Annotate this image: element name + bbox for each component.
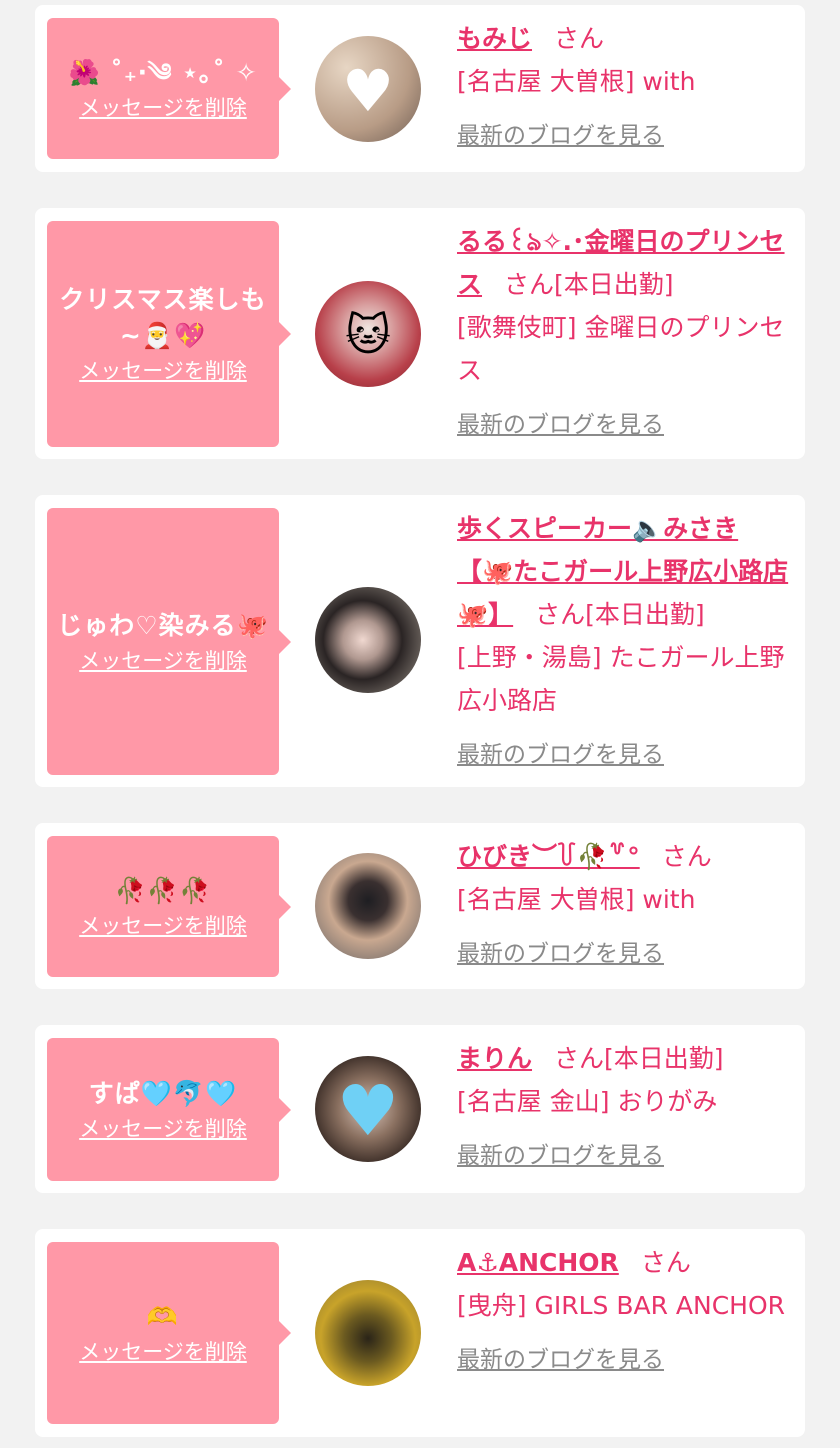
message-text: 🫶	[146, 1302, 180, 1331]
honorific: さん	[661, 842, 712, 871]
message-text: すぱ🩵🐬🩵	[88, 1078, 238, 1108]
honorific: さん	[535, 600, 586, 629]
blue-heart-sticker-icon: ♥	[336, 1070, 400, 1153]
message-bubble: 🫶 メッセージを削除	[47, 1242, 291, 1424]
latest-blog-link[interactable]: 最新のブログを見る	[457, 1339, 664, 1382]
honorific: さん	[554, 1044, 605, 1073]
message-bubble: クリスマス楽しも~🎅💖 メッセージを削除	[47, 221, 291, 447]
message-bubble: 🌺 ˚₊‧༄ ⋆｡˚ ✧ メッセージを削除	[47, 18, 291, 159]
cast-info: まりん さん[本日出勤] [名古屋 金山] おりがみ 最新のブログを見る	[457, 1037, 791, 1178]
avatar[interactable]: ♥	[315, 1056, 421, 1162]
delete-message-link[interactable]: メッセージを削除	[79, 911, 247, 941]
message-text: 🥀🥀🥀	[114, 875, 212, 905]
shop-info: [歌舞伎町] 金曜日のプリンセス	[457, 313, 785, 385]
cast-name-link[interactable]: ひびき︶꒦🥀꒷°	[457, 842, 640, 871]
message-card: じゅわ♡染みる🐙 メッセージを削除 歩くスピーカー🔈みさき【🐙たこガール上野広小…	[35, 495, 805, 787]
cast-name-link[interactable]: A⚓ANCHOR	[457, 1248, 619, 1277]
message-bubble: 🥀🥀🥀 メッセージを削除	[47, 836, 291, 977]
message-text: 🌺 ˚₊‧༄ ⋆｡˚ ✧	[68, 57, 258, 87]
latest-blog-link[interactable]: 最新のブログを見る	[457, 115, 664, 158]
latest-blog-link[interactable]: 最新のブログを見る	[457, 1135, 664, 1178]
message-card: 🌺 ˚₊‧༄ ⋆｡˚ ✧ メッセージを削除 ♥ もみじ さん [名古屋 大曽根] …	[35, 5, 805, 172]
latest-blog-link[interactable]: 最新のブログを見る	[457, 734, 664, 777]
delete-message-link[interactable]: メッセージを削除	[79, 356, 247, 386]
delete-message-link[interactable]: メッセージを削除	[79, 646, 247, 676]
shop-info: [名古屋 大曽根] with	[457, 67, 696, 96]
message-bubble: すぱ🩵🐬🩵 メッセージを削除	[47, 1038, 291, 1181]
avatar[interactable]: 🐱	[315, 281, 421, 387]
cast-name-link[interactable]: もみじ	[457, 24, 532, 53]
shop-info: [曳舟] GIRLS BAR ANCHOR	[457, 1291, 785, 1320]
status-badge: [本日出勤]	[554, 270, 674, 299]
cast-info: 歩くスピーカー🔈みさき【🐙たこガール上野広小路店🐙】 さん[本日出勤] [上野・湯…	[457, 507, 791, 777]
honorific: さん	[640, 1248, 691, 1277]
cat-sticker-icon: 🐱	[345, 310, 391, 362]
shop-info: [上野・湯島] たこガール上野広小路店	[457, 643, 785, 715]
message-bubble: じゅわ♡染みる🐙 メッセージを削除	[47, 508, 291, 775]
message-text: じゅわ♡染みる🐙	[57, 610, 269, 640]
cast-info: もみじ さん [名古屋 大曽根] with 最新のブログを見る	[457, 17, 791, 158]
message-text: クリスマス楽しも~🎅💖	[59, 285, 267, 350]
cast-info: るる꒰ঌ✧.･金曜日のプリンセス さん[本日出勤] [歌舞伎町] 金曜日のプリンセ…	[457, 220, 791, 447]
honorific: さん	[504, 270, 555, 299]
latest-blog-link[interactable]: 最新のブログを見る	[457, 404, 664, 447]
message-card: すぱ🩵🐬🩵 メッセージを削除 ♥ まりん さん[本日出勤] [名古屋 金山] おり…	[35, 1025, 805, 1193]
status-badge: [本日出勤]	[585, 600, 705, 629]
shop-info: [名古屋 金山] おりがみ	[457, 1087, 718, 1116]
heart-sticker-icon: ♥	[342, 57, 394, 126]
avatar[interactable]	[315, 1280, 421, 1386]
message-card: 🫶 メッセージを削除 A⚓ANCHOR さん [曳舟] GIRLS BAR ANC…	[35, 1229, 805, 1437]
message-card: 🥀🥀🥀 メッセージを削除 ひびき︶꒦🥀꒷° さん [名古屋 大曽根] with 最…	[35, 823, 805, 989]
cast-info: ひびき︶꒦🥀꒷° さん [名古屋 大曽根] with 最新のブログを見る	[457, 835, 791, 976]
message-card: クリスマス楽しも~🎅💖 メッセージを削除 🐱 るる꒰ঌ✧.･金曜日のプリンセスさ…	[35, 208, 805, 459]
status-badge: [本日出勤]	[604, 1044, 724, 1073]
delete-message-link[interactable]: メッセージを削除	[79, 1337, 247, 1367]
delete-message-link[interactable]: メッセージを削除	[79, 93, 247, 123]
cast-info: A⚓ANCHOR さん [曳舟] GIRLS BAR ANCHOR 最新のブログを…	[457, 1241, 791, 1382]
delete-message-link[interactable]: メッセージを削除	[79, 1114, 247, 1144]
honorific: さん	[554, 24, 605, 53]
latest-blog-link[interactable]: 最新のブログを見る	[457, 933, 664, 976]
avatar[interactable]	[315, 587, 421, 693]
avatar[interactable]: ♥	[315, 36, 421, 142]
cast-name-link[interactable]: まりん	[457, 1044, 532, 1073]
avatar[interactable]	[315, 853, 421, 959]
shop-info: [名古屋 大曽根] with	[457, 885, 696, 914]
